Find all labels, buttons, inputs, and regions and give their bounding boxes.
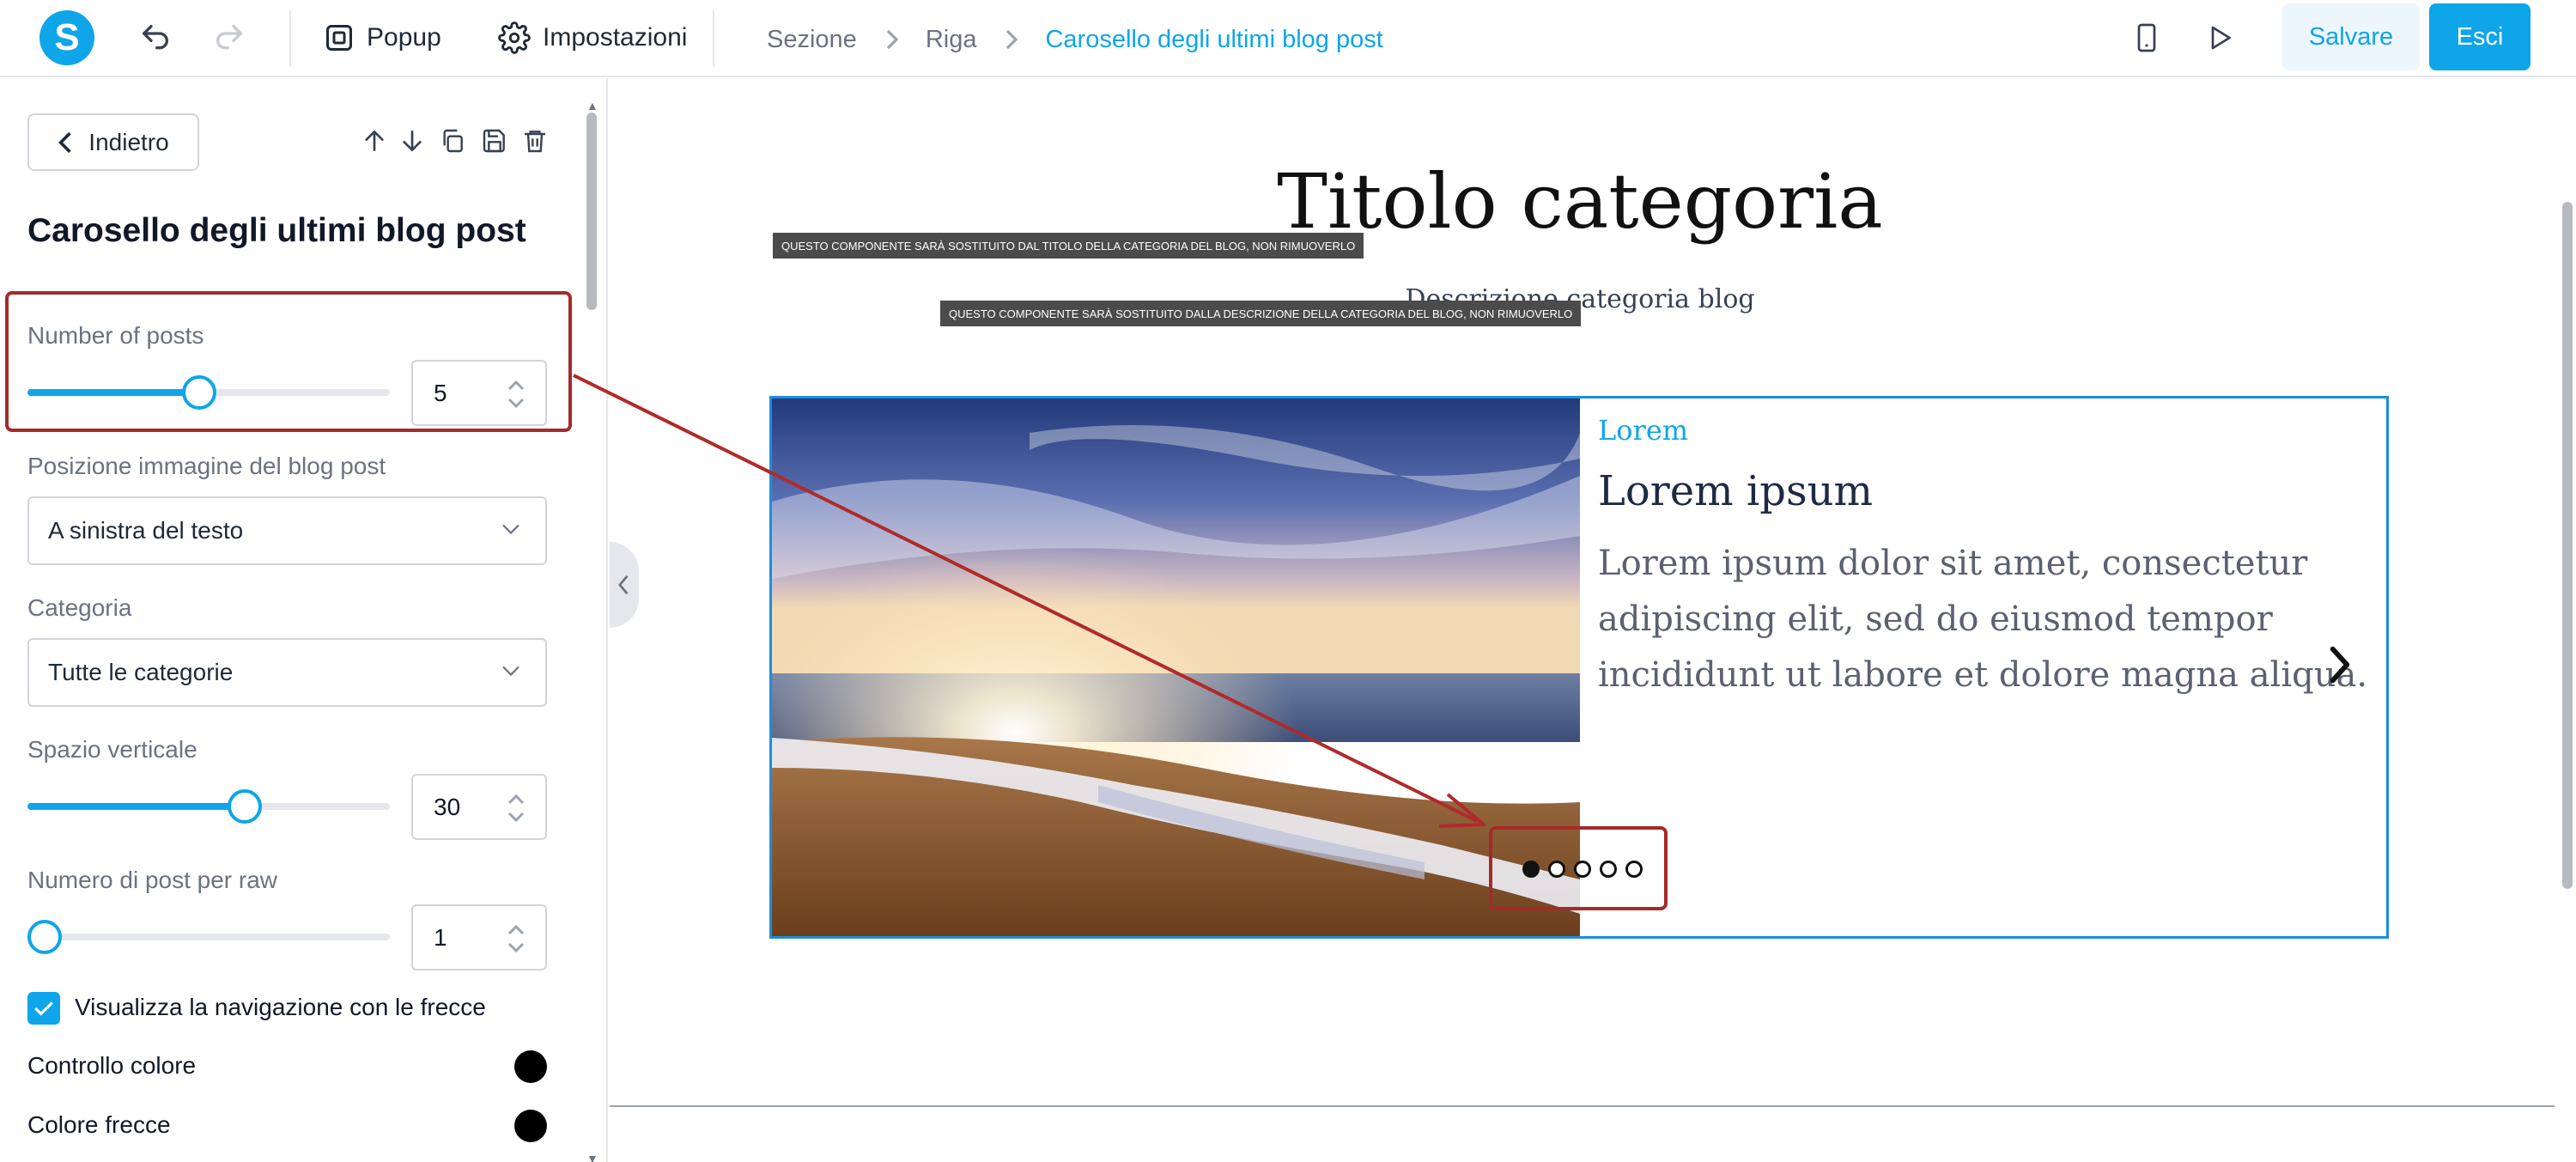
control-color-swatch[interactable] — [514, 1050, 547, 1083]
settings-panel: Indietro Carosello degli ultimi blog pos… — [0, 78, 608, 1162]
arrow-color-label: Colore frecce — [27, 1111, 171, 1138]
posts-per-row-slider[interactable] — [27, 920, 390, 954]
popup-icon — [326, 25, 352, 51]
back-label: Indietro — [88, 128, 169, 155]
duplicate-icon[interactable] — [435, 121, 470, 161]
show-arrows-label[interactable]: Visualizza la navigazione con le frecce — [75, 994, 486, 1021]
play-preview-icon[interactable] — [2200, 17, 2241, 58]
arrow-color-swatch[interactable] — [514, 1110, 547, 1142]
undo-icon[interactable] — [135, 17, 176, 58]
popup-button[interactable]: Popup — [324, 17, 441, 58]
save-block-icon[interactable] — [477, 121, 512, 161]
vertical-space-slider[interactable] — [27, 789, 390, 824]
collapse-panel-tab[interactable] — [610, 542, 639, 628]
chevron-right-icon — [1006, 29, 1018, 50]
slider-handle[interactable] — [228, 789, 263, 824]
back-button[interactable]: Indietro — [27, 113, 199, 171]
stepper-icon[interactable] — [506, 789, 526, 827]
show-arrows-checkbox[interactable] — [27, 992, 60, 1025]
breadcrumb: Sezione Riga Carosello degli ultimi blog… — [767, 21, 1383, 58]
vertical-space-input[interactable]: 30 — [411, 774, 547, 840]
category-label: Categoria — [27, 594, 132, 621]
toolbar-divider — [713, 10, 714, 67]
title-notice-tag: Questo componente sarà sostituito dal ti… — [773, 233, 1364, 259]
posts-per-row-label: Numero di post per raw — [27, 867, 278, 893]
posts-per-row-input[interactable]: 1 — [411, 904, 547, 970]
description-notice-tag: Questo componente sarà sostituito dalla … — [940, 301, 1582, 326]
toolbar-divider — [289, 10, 291, 67]
scrollbar-thumb[interactable] — [2562, 202, 2573, 889]
move-up-icon[interactable] — [357, 121, 392, 161]
breadcrumb-item-current[interactable]: Carosello degli ultimi blog post — [1045, 26, 1382, 54]
redo-icon[interactable] — [209, 17, 250, 58]
top-toolbar: S Popup Impostazioni Sezione Riga Carose… — [0, 0, 2576, 77]
checkmark-icon — [34, 1001, 53, 1016]
exit-button[interactable]: Esci — [2429, 3, 2530, 70]
control-color-label: Controllo colore — [27, 1052, 197, 1079]
image-position-value: A sinistra del testo — [48, 517, 244, 544]
post-excerpt: Lorem ipsum dolor sit amet, consectetur … — [1598, 544, 2368, 695]
panel-scrollbar[interactable]: ▲ ▼ — [586, 99, 598, 1162]
post-category[interactable]: Lorem — [1598, 414, 1688, 447]
editor-canvas: Titolo categoria Questo componente sarà … — [610, 78, 2576, 1162]
category-value: Tutte le categorie — [48, 659, 234, 685]
slider-fill — [27, 803, 246, 810]
image-position-select[interactable]: A sinistra del testo — [27, 496, 547, 565]
canvas-scrollbar[interactable] — [2557, 78, 2576, 1162]
chevron-down-icon — [502, 524, 519, 535]
next-arrow-icon[interactable] — [2323, 643, 2357, 686]
settings-label: Impostazioni — [543, 23, 688, 52]
vertical-space-value: 30 — [434, 793, 461, 820]
vertical-space-label: Spazio verticale — [27, 736, 197, 763]
stepper-icon[interactable] — [506, 920, 526, 958]
slider-handle[interactable] — [27, 920, 62, 954]
gear-icon — [498, 21, 531, 54]
scrollbar-thumb[interactable] — [586, 113, 597, 310]
breadcrumb-item-section[interactable]: Sezione — [767, 26, 857, 54]
app-logo[interactable]: S — [39, 10, 94, 65]
move-down-icon[interactable] — [395, 121, 429, 161]
category-select[interactable]: Tutte le categorie — [27, 638, 547, 707]
annotation-highlight-box — [5, 291, 572, 432]
chevron-down-icon — [502, 666, 519, 677]
mobile-preview-icon[interactable] — [2126, 17, 2167, 58]
save-button[interactable]: Salvare — [2282, 3, 2420, 70]
settings-button[interactable]: Impostazioni — [498, 17, 687, 58]
scroll-down-icon[interactable]: ▼ — [586, 1152, 598, 1162]
annotation-highlight-box — [1489, 826, 1668, 910]
panel-title: Carosello degli ultimi blog post — [27, 212, 526, 249]
chevron-right-icon — [886, 29, 899, 50]
chevron-left-icon — [58, 131, 71, 153]
scroll-up-icon[interactable]: ▲ — [586, 99, 598, 113]
blog-post-image[interactable] — [772, 398, 1580, 936]
breadcrumb-item-row[interactable]: Riga — [926, 26, 977, 54]
chevron-left-icon — [618, 575, 629, 595]
trash-icon[interactable] — [518, 121, 552, 161]
post-title[interactable]: Lorem ipsum — [1598, 467, 1873, 515]
image-position-label: Posizione immagine del blog post — [27, 453, 386, 479]
popup-label: Popup — [367, 23, 441, 52]
section-divider — [610, 1105, 2555, 1107]
posts-per-row-value: 1 — [434, 923, 447, 951]
